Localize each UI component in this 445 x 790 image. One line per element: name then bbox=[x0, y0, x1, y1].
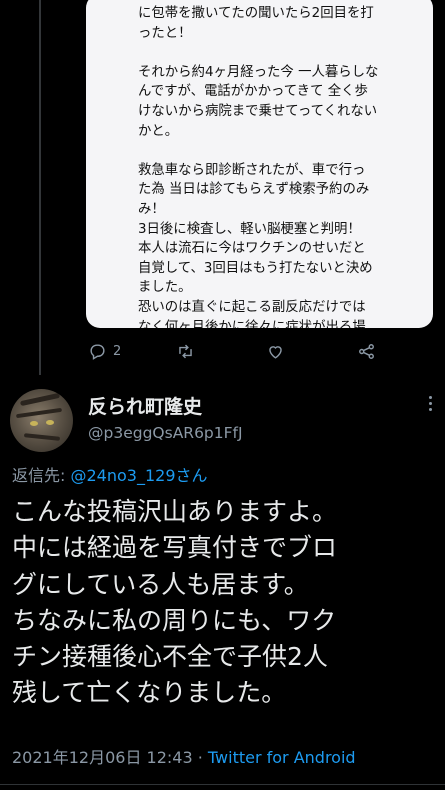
reply-icon bbox=[90, 343, 105, 360]
tweet-line: 中には経過を写真付きでブロ bbox=[12, 533, 338, 563]
retweet-icon bbox=[179, 344, 192, 358]
card-line: ました。 bbox=[138, 280, 192, 296]
card-line: 3日後に検査し、軽い脳梗塞と判明！ bbox=[138, 221, 361, 237]
reply-to-line: 返信先: @24no3_129さん bbox=[12, 462, 208, 486]
card-line: 恐いのは直ぐに起こる副反応だけでは bbox=[138, 299, 366, 315]
reply-target-link[interactable]: @24no3_129さん bbox=[70, 466, 207, 485]
card-line: た為 当日は診てもらえず検索予約のみ bbox=[138, 182, 370, 198]
avatar[interactable] bbox=[10, 389, 73, 452]
card-line: けないから病院まで乗せてってくれない bbox=[138, 103, 378, 119]
author-handle[interactable]: @p3eggQsAR6p1FfJ bbox=[88, 424, 243, 442]
share-button[interactable] bbox=[357, 342, 376, 361]
card-gap bbox=[138, 141, 419, 161]
card-line: 救急車なら即診断されたが、車で行っ bbox=[138, 162, 366, 178]
tweet-line: チン接種後心不全で子供2人 bbox=[12, 642, 328, 672]
tweet-line: こんな投稿沢山ありますよ。 bbox=[12, 497, 338, 526]
timestamp[interactable]: 2021年12月06日 12:43 bbox=[12, 748, 193, 767]
card-line: かと。 bbox=[138, 123, 179, 139]
thread-line bbox=[39, 0, 41, 375]
quoted-image-card[interactable]: に包帯を撒いてたの聞いたら2回目を打 ったと！ それから約4ヶ月経った今 一人暮… bbox=[86, 0, 433, 328]
tweet-line: 残して亡くなりました。 bbox=[12, 678, 287, 708]
card-line: ったと！ bbox=[138, 25, 192, 41]
reply-button[interactable]: 2 bbox=[88, 342, 121, 361]
card-line: に包帯を撒いてたの聞いたら2回目を打 bbox=[138, 6, 374, 21]
card-line: み！ bbox=[138, 201, 165, 217]
author-display-name[interactable]: 反られ町隆史 bbox=[88, 392, 202, 419]
card-line: 自覚して、3回目はもう打たないと決め bbox=[138, 260, 373, 276]
tweet-line: グにしている人も居ます。 bbox=[12, 569, 309, 599]
like-button[interactable] bbox=[266, 342, 285, 361]
card-gap bbox=[138, 43, 419, 63]
meta-separator: · bbox=[192, 748, 208, 767]
tweet-meta: 2021年12月06日 12:43 · Twitter for Android bbox=[12, 744, 356, 768]
tweet-header: 反られ町隆史 @p3eggQsAR6p1FfJ bbox=[0, 386, 445, 456]
card-line: それから約4ヶ月経った今 一人暮らしな bbox=[138, 64, 379, 80]
divider bbox=[0, 784, 445, 785]
tweet-line: ちなみに私の周りにも、ワク bbox=[12, 605, 337, 635]
card-line: なく何ヶ月後かに徐々に症状が出る場 bbox=[138, 319, 366, 329]
reply-count: 2 bbox=[113, 343, 122, 359]
reply-prefix: 返信先: bbox=[12, 466, 71, 485]
card-line: んですが、電話がかかってきて 全く歩 bbox=[138, 84, 368, 100]
retweet-button[interactable] bbox=[176, 342, 195, 361]
action-bar: 2 bbox=[80, 336, 400, 366]
like-icon bbox=[269, 345, 282, 359]
tweet-body: こんな投稿沢山ありますよ。 中には経過を写真付きでブロ グにしている人も居ます。… bbox=[12, 494, 442, 712]
card-line: 本人は流石に今はワクチンのせいだと bbox=[138, 241, 366, 257]
share-icon bbox=[359, 343, 374, 359]
source-link[interactable]: Twitter for Android bbox=[208, 748, 356, 767]
more-options-icon[interactable] bbox=[427, 396, 433, 411]
